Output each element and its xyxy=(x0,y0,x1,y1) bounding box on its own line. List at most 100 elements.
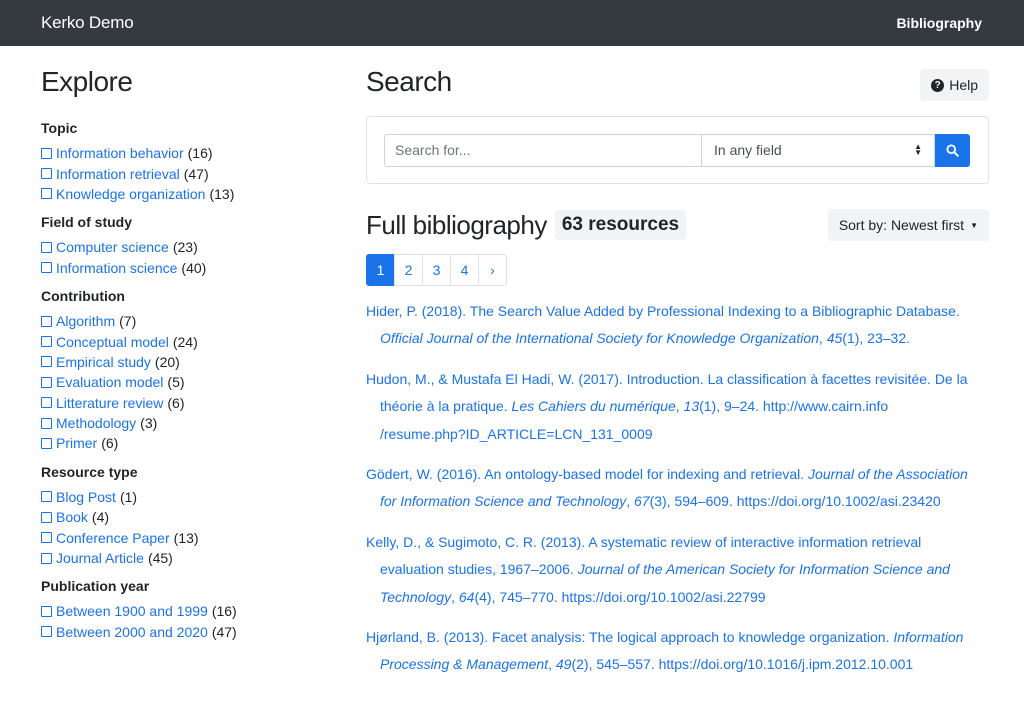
facet-item-label[interactable]: Information science xyxy=(56,260,177,276)
checkbox-icon[interactable] xyxy=(41,376,52,388)
search-input[interactable]: Search for... xyxy=(384,133,701,167)
checkbox-icon[interactable] xyxy=(41,605,52,617)
facet-item-label[interactable]: Algorithm xyxy=(56,313,115,329)
main-content: Search ? Help Search for... In any field… xyxy=(366,66,989,692)
help-button[interactable]: ? Help xyxy=(920,69,989,101)
facet-item-label[interactable]: Book xyxy=(56,509,88,525)
facet-item-count: (1) xyxy=(119,488,138,505)
pagination-page[interactable]: 3 xyxy=(422,254,451,286)
facet-item-label[interactable]: Between 2000 and 2020 xyxy=(56,624,208,640)
checkbox-icon[interactable] xyxy=(41,626,52,638)
facet-item[interactable]: Journal Article (45) xyxy=(41,548,321,568)
result-item[interactable]: Kelly, D., & Sugimoto, C. R. (2013). A s… xyxy=(366,529,989,611)
pagination-page[interactable]: 2 xyxy=(394,254,423,286)
results-title: Full bibliography xyxy=(366,209,547,240)
facet-item-label[interactable]: Between 1900 and 1999 xyxy=(56,603,208,619)
facet-item[interactable]: Litterature review (6) xyxy=(41,393,321,413)
checkbox-icon[interactable] xyxy=(41,511,52,523)
facet-item[interactable]: Evaluation model (5) xyxy=(41,372,321,392)
bibliography-link[interactable]: Bibliography xyxy=(896,15,982,31)
checkbox-icon[interactable] xyxy=(41,168,52,180)
facet-item[interactable]: Methodology (3) xyxy=(41,413,321,433)
checkbox-icon[interactable] xyxy=(41,356,52,368)
select-arrows-icon: ▲ ▼ xyxy=(914,142,922,157)
checkbox-icon[interactable] xyxy=(41,552,52,564)
checkbox-icon[interactable] xyxy=(41,491,52,503)
search-icon xyxy=(946,143,959,157)
result-item[interactable]: Gödert, W. (2016). An ontology-based mod… xyxy=(366,461,989,516)
facet-item[interactable]: Conceptual model (24) xyxy=(41,331,321,351)
citation-text: , xyxy=(548,656,556,673)
facet-item[interactable]: Algorithm (7) xyxy=(41,311,321,331)
citation-line: Gödert, W. (2016). An ontology-based mod… xyxy=(366,461,989,488)
search-field-value: In any field xyxy=(714,142,782,158)
checkbox-icon[interactable] xyxy=(41,262,52,274)
checkbox-icon[interactable] xyxy=(41,147,52,159)
facet-item-count: (7) xyxy=(119,313,137,330)
brand-link[interactable]: Kerko Demo xyxy=(41,13,134,33)
result-item[interactable]: Hudon, M., & Mustafa El Hadi, W. (2017).… xyxy=(366,366,989,448)
facet-item-label[interactable]: Methodology xyxy=(56,415,136,431)
facet-item-label[interactable]: Journal Article xyxy=(56,550,144,566)
facet-item[interactable]: Computer science (23) xyxy=(41,237,321,257)
checkbox-icon[interactable] xyxy=(41,315,52,327)
facet-item-label[interactable]: Primer xyxy=(56,435,97,451)
checkbox-icon[interactable] xyxy=(41,188,52,200)
facet-item[interactable]: Empirical study (20) xyxy=(41,352,321,372)
facet-item-label[interactable]: Information behavior xyxy=(56,145,184,161)
checkbox-icon[interactable] xyxy=(41,437,52,449)
facet-item-label[interactable]: Conference Paper xyxy=(56,530,170,546)
facet-item[interactable]: Knowledge organization (13) xyxy=(41,184,321,204)
journal-title: Journal of the American Society for Info… xyxy=(577,561,950,578)
facet-item-count: (23) xyxy=(172,239,198,256)
citation-text: evaluation studies, 1967–2006. xyxy=(380,561,578,578)
citation-text: , xyxy=(675,398,684,415)
citation-text: Gödert, W. (2016). An ontology-based mod… xyxy=(366,466,809,483)
result-item[interactable]: Hjørland, B. (2013). Facet analysis: The… xyxy=(366,624,989,679)
pagination-page[interactable]: 4 xyxy=(450,254,479,286)
journal-volume: 67 xyxy=(633,493,650,510)
citation-text: Hudon, M., & Mustafa El Hadi, W. (2017).… xyxy=(366,370,968,387)
facet-item[interactable]: Book (4) xyxy=(41,507,321,527)
journal-title: Technology xyxy=(380,588,452,605)
facet-item-count: (47) xyxy=(183,165,209,182)
checkbox-icon[interactable] xyxy=(41,532,52,544)
facet-item-label[interactable]: Knowledge organization xyxy=(56,186,205,202)
search-button[interactable] xyxy=(935,133,970,167)
facet-item-count: (16) xyxy=(187,145,213,162)
facet-item-label[interactable]: Information retrieval xyxy=(56,166,180,182)
pagination-page[interactable]: 1 xyxy=(366,254,395,286)
facet-item[interactable]: Blog Post (1) xyxy=(41,487,321,507)
facet-item[interactable]: Between 1900 and 1999 (16) xyxy=(41,601,321,621)
facet-group: Field of study Computer science (23) Inform… xyxy=(41,214,321,278)
checkbox-icon[interactable] xyxy=(41,336,52,348)
facet-item[interactable]: Information behavior (16) xyxy=(41,143,321,163)
citation-line: Technology, 64(4), 745–770. https://doi.… xyxy=(366,584,989,611)
citation-text: (4), 745–770. https://doi.org/10.1002/as… xyxy=(474,588,766,605)
facet-item[interactable]: Conference Paper (13) xyxy=(41,527,321,547)
facet-item[interactable]: Primer (6) xyxy=(41,433,321,453)
facet-item-label[interactable]: Evaluation model xyxy=(56,374,163,390)
facet-item-label[interactable]: Blog Post xyxy=(56,489,116,505)
facet-item-label[interactable]: Computer science xyxy=(56,239,169,255)
search-field-select[interactable]: In any field ▲ ▼ xyxy=(701,133,935,167)
citation-line: théorie à la pratique. Les Cahiers du nu… xyxy=(366,393,989,420)
journal-volume: 64 xyxy=(458,588,475,605)
result-item[interactable]: Hider, P. (2018). The Search Value Added… xyxy=(366,298,989,353)
search-header: Search ? Help xyxy=(366,66,989,116)
checkbox-icon[interactable] xyxy=(41,241,52,253)
pagination: 1 2 3 4 › xyxy=(366,254,989,286)
facet-item-label[interactable]: Empirical study xyxy=(56,354,151,370)
facet-item[interactable]: Information retrieval (47) xyxy=(41,163,321,183)
facet-item[interactable]: Between 2000 and 2020 (47) xyxy=(41,622,321,642)
citation-text: , xyxy=(626,493,634,510)
pagination-next[interactable]: › xyxy=(478,254,507,286)
sort-dropdown-button[interactable]: Sort by: Newest first ▼ xyxy=(827,209,989,241)
facet-item-label[interactable]: Litterature review xyxy=(56,395,163,411)
checkbox-icon[interactable] xyxy=(41,397,52,409)
facet-item-count: (13) xyxy=(209,185,235,202)
facet-item[interactable]: Information science (40) xyxy=(41,258,321,278)
checkbox-icon[interactable] xyxy=(41,417,52,429)
citation-text: (3), 594–609. https://doi.org/10.1002/as… xyxy=(649,493,941,510)
facet-item-label[interactable]: Conceptual model xyxy=(56,334,169,350)
